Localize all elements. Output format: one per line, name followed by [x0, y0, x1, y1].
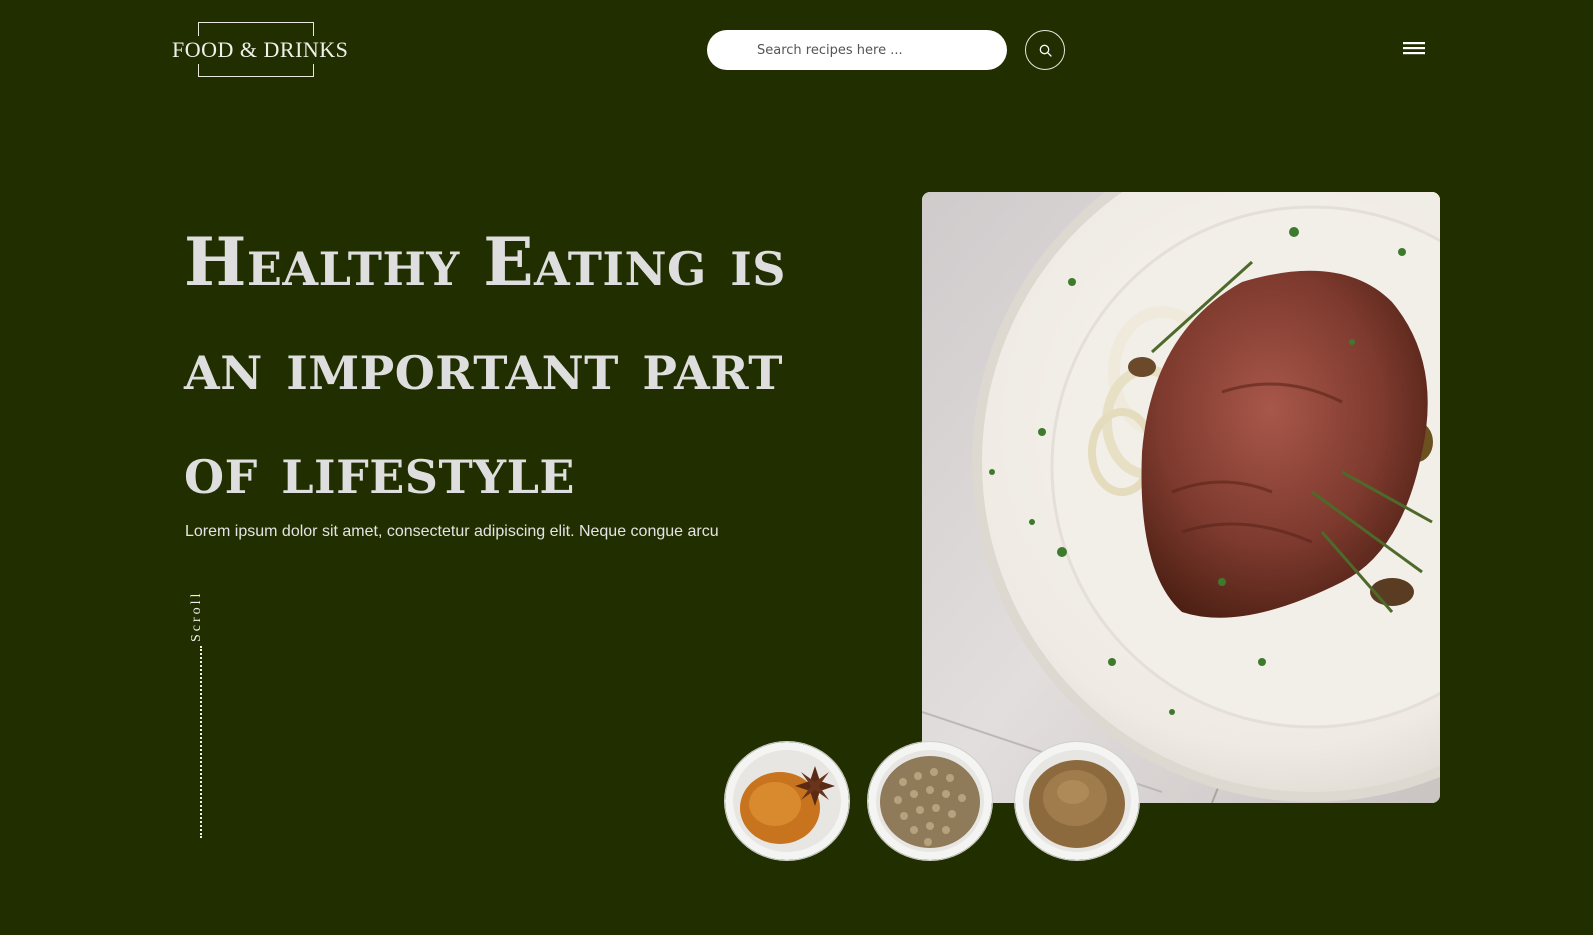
search-icon [1039, 44, 1052, 57]
coriander-seeds-bowl [868, 742, 992, 860]
hero-dish-image [922, 192, 1440, 803]
logo[interactable]: FOOD & DRINKS [172, 22, 349, 78]
spice-bowl-turmeric [725, 742, 849, 860]
hero-title-line: Healthy Eating is [184, 223, 786, 301]
turmeric-star-anise-bowl [725, 742, 849, 860]
scroll-indicator-line [200, 646, 202, 838]
hero-title: Healthy Eating is an important part of l… [184, 210, 884, 522]
spice-bowl-coriander [868, 742, 992, 860]
hero-subtitle: Lorem ipsum dolor sit amet, consectetur … [185, 523, 719, 540]
search-input[interactable] [707, 30, 1007, 70]
logo-text: FOOD & DRINKS [172, 36, 349, 64]
menu-button[interactable] [1398, 36, 1430, 60]
hero-title-line: an important part [184, 327, 783, 405]
spice-bowl-ground [1015, 742, 1139, 860]
hamburger-menu-icon [1403, 42, 1425, 55]
hero-title-line: of lifestyle [184, 431, 575, 509]
search-button[interactable] [1025, 30, 1065, 70]
scroll-label[interactable]: Scroll [189, 582, 207, 642]
steak-plate-photo [922, 192, 1440, 803]
ground-spice-bowl [1015, 742, 1139, 860]
